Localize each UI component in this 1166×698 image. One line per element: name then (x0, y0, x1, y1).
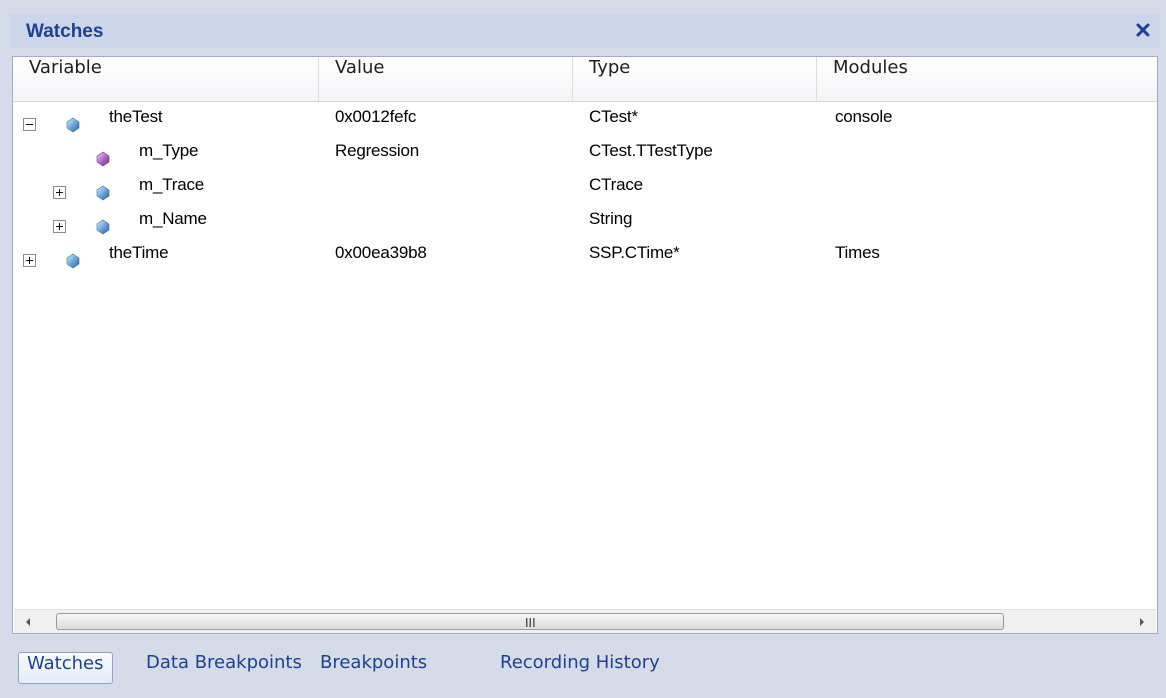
tab-watches[interactable]: Watches (18, 652, 113, 684)
column-header-type[interactable]: Type (573, 57, 817, 101)
arrow-left-icon (26, 618, 30, 626)
blue-gem-icon (96, 185, 110, 201)
close-button[interactable] (1130, 17, 1156, 43)
arrow-right-icon (1140, 618, 1144, 626)
horizontal-scrollbar[interactable]: III (14, 609, 1156, 633)
variable-name: theTest (109, 107, 163, 126)
tab-breakpoints[interactable]: Breakpoints (312, 652, 435, 684)
variable-name: theTime (109, 243, 169, 262)
variable-type: SSP.CTime* (589, 243, 680, 262)
grid-header: Variable Value Type Modules (13, 57, 1157, 102)
purple-gem-icon (96, 151, 110, 167)
variable-name: m_Trace (139, 175, 205, 194)
variable-module: console (835, 107, 893, 126)
expand-toggle-icon[interactable] (23, 254, 36, 267)
blue-gem-icon (96, 219, 110, 235)
tab-data-breakpoints[interactable]: Data Breakpoints (138, 652, 310, 684)
tree-row[interactable]: theTest 0x0012fefc CTest* console (13, 107, 1157, 141)
expand-toggle-icon[interactable] (53, 220, 66, 233)
panel-titlebar: Watches (10, 14, 1160, 48)
tree-row[interactable]: theTime 0x00ea39b8 SSP.CTime* Times (13, 243, 1157, 277)
variable-value: 0x0012fefc (335, 107, 417, 126)
bottom-tab-strip: Watches Data Breakpoints Breakpoints Rec… (12, 648, 1158, 690)
variable-type: CTest.TTestType (589, 141, 713, 160)
variable-value: 0x00ea39b8 (335, 243, 427, 262)
blue-gem-icon (66, 117, 80, 133)
expand-toggle-icon[interactable] (53, 186, 66, 199)
panel-title: Watches (26, 21, 104, 42)
tree-row[interactable]: m_Name String (13, 209, 1157, 243)
variable-module: Times (835, 243, 880, 262)
variable-type: CTrace (589, 175, 643, 194)
watches-panel: Watches Variable Value Type Modules theT… (0, 0, 1166, 698)
scrollbar-grip: III (525, 616, 536, 630)
watches-grid: Variable Value Type Modules theTest 0x001… (12, 56, 1158, 634)
close-icon (1136, 23, 1150, 37)
tab-recording-history[interactable]: Recording History (492, 652, 668, 684)
variable-name: m_Type (139, 141, 199, 160)
tree-row[interactable]: m_Type Regression CTest.TTestType (13, 141, 1157, 175)
column-header-modules[interactable]: Modules (817, 57, 1157, 101)
variable-name: m_Name (139, 209, 207, 228)
variable-type: CTest* (589, 107, 638, 126)
blue-gem-icon (66, 253, 80, 269)
variable-type: String (589, 209, 633, 228)
scroll-left-button[interactable] (14, 610, 42, 634)
collapse-toggle-icon[interactable] (23, 118, 36, 131)
variable-value: Regression (335, 141, 419, 160)
tree-row[interactable]: m_Trace CTrace (13, 175, 1157, 209)
column-header-variable[interactable]: Variable (13, 57, 319, 101)
scroll-right-button[interactable] (1128, 610, 1156, 634)
scrollbar-thumb[interactable]: III (56, 613, 1004, 630)
column-header-value[interactable]: Value (319, 57, 573, 101)
